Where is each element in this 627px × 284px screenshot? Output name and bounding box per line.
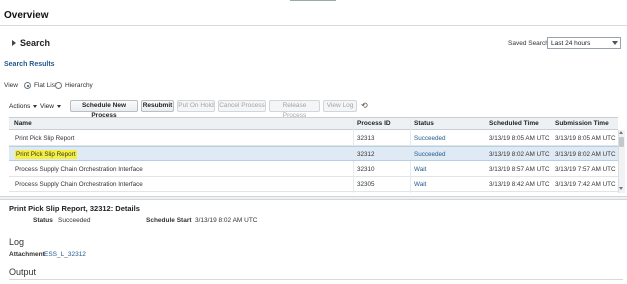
search-results-title: Search Results: [4, 61, 55, 68]
table-row[interactable]: Print Pick Slip Report 32313 Succeeded 3…: [9, 131, 618, 146]
cell-status-link[interactable]: Wait: [414, 166, 426, 173]
cell-name: Process Supply Chain Orchestration Inter…: [15, 181, 143, 188]
table-header: Name Process ID Status Scheduled Time Su…: [9, 118, 618, 130]
cell-status-link[interactable]: Wait: [414, 181, 426, 188]
log-section-title: Log: [9, 237, 25, 247]
cell-scheduled-time: 3/13/19 8:42 AM UTC: [489, 181, 550, 188]
pane-splitter[interactable]: [0, 196, 627, 200]
cell-submission-time: 3/13/19 7:57 AM UTC: [555, 166, 616, 173]
scroll-thumb[interactable]: [619, 137, 624, 147]
view-menu[interactable]: View: [40, 103, 61, 110]
cell-scheduled-time: 3/13/19 8:02 AM UTC: [489, 151, 550, 158]
details-status-value: Succeeded: [58, 217, 91, 224]
cancel-process-button[interactable]: Cancel Process: [218, 100, 266, 112]
put-on-hold-button[interactable]: Put On Hold: [177, 100, 215, 112]
cell-status-link[interactable]: Succeeded: [414, 151, 446, 158]
resubmit-button[interactable]: Resubmit: [141, 100, 174, 112]
divider: [9, 279, 623, 280]
table-row-selected[interactable]: Print Pick Slip Report 32312 Succeeded 3…: [9, 146, 618, 161]
cell-submission-time: 3/13/19 7:42 AM UTC: [555, 181, 616, 188]
output-section-title: Output: [9, 267, 37, 277]
cell-status-link[interactable]: Succeeded: [414, 135, 446, 142]
cell-submission-time: 3/13/19 8:02 AM UTC: [555, 151, 616, 158]
details-schedule-start-value: 3/13/19 8:02 AM UTC: [195, 217, 258, 224]
chevron-down-icon: [33, 104, 38, 108]
actions-menu-label: Actions: [9, 103, 31, 110]
cell-scheduled-time: 3/13/19 8:57 AM UTC: [489, 166, 550, 173]
cell-process-id: 32313: [357, 135, 375, 142]
actions-menu[interactable]: Actions: [9, 103, 38, 110]
table-row[interactable]: Process Supply Chain Orchestration Inter…: [9, 162, 618, 177]
details-schedule-start-label: Schedule Start: [146, 217, 192, 224]
cell-scheduled-time: 3/13/19 8:05 AM UTC: [489, 135, 550, 142]
scroll-down-icon[interactable]: [619, 187, 623, 190]
highlighted-name: Print Pick Slip Report: [15, 150, 77, 159]
release-process-button[interactable]: Release Process: [269, 100, 320, 119]
column-header-name[interactable]: Name: [14, 120, 32, 127]
cell-name: Print Pick Slip Report: [15, 135, 75, 142]
saved-search-select[interactable]: Last 24 hours: [547, 37, 621, 49]
details-status-label: Status: [33, 217, 53, 224]
hierarchy-radio[interactable]: [55, 82, 62, 89]
view-menu-label: View: [40, 103, 54, 110]
page-title: Overview: [4, 10, 49, 21]
column-header-status[interactable]: Status: [414, 120, 434, 127]
divider: [0, 25, 627, 26]
flat-list-label[interactable]: Flat List: [34, 82, 57, 89]
expand-triangle-icon[interactable]: [12, 40, 16, 46]
view-log-button[interactable]: View Log: [323, 100, 357, 112]
table-row[interactable]: Process Supply Chain Orchestration Inter…: [9, 177, 618, 192]
cell-process-id: 32310: [357, 166, 375, 173]
hierarchy-label[interactable]: Hierarchy: [65, 82, 93, 89]
column-header-scheduled-time[interactable]: Scheduled Time: [489, 120, 539, 127]
attachment-link[interactable]: ESS_L_32312: [44, 251, 86, 258]
search-section-toggle[interactable]: Search: [20, 38, 50, 48]
attachment-label: Attachment: [9, 251, 45, 258]
cell-submission-time: 3/13/19 8:05 AM UTC: [555, 135, 616, 142]
details-title: Print Pick Slip Report, 32312: Details: [9, 204, 140, 213]
cell-name: Print Pick Slip Report: [15, 150, 77, 159]
flat-list-radio[interactable]: [24, 82, 31, 89]
panel-resize-grip[interactable]: [290, 0, 336, 2]
cell-name: Process Supply Chain Orchestration Inter…: [15, 166, 143, 173]
chevron-down-icon: [56, 104, 61, 108]
schedule-new-process-button[interactable]: Schedule New Process: [70, 100, 138, 119]
cell-process-id: 32312: [357, 151, 375, 158]
view-mode-label: View: [4, 82, 18, 89]
refresh-icon[interactable]: ⟲: [361, 101, 368, 110]
chevron-down-icon: [612, 41, 618, 45]
scroll-up-icon[interactable]: [619, 131, 623, 134]
column-header-submission-time[interactable]: Submission Time: [555, 120, 609, 127]
saved-search-value: Last 24 hours: [551, 40, 591, 47]
process-table: Name Process ID Status Scheduled Time Su…: [9, 117, 618, 193]
column-header-process-id[interactable]: Process ID: [357, 120, 391, 127]
saved-search-label: Saved Search: [508, 40, 549, 47]
cell-process-id: 32305: [357, 181, 375, 188]
